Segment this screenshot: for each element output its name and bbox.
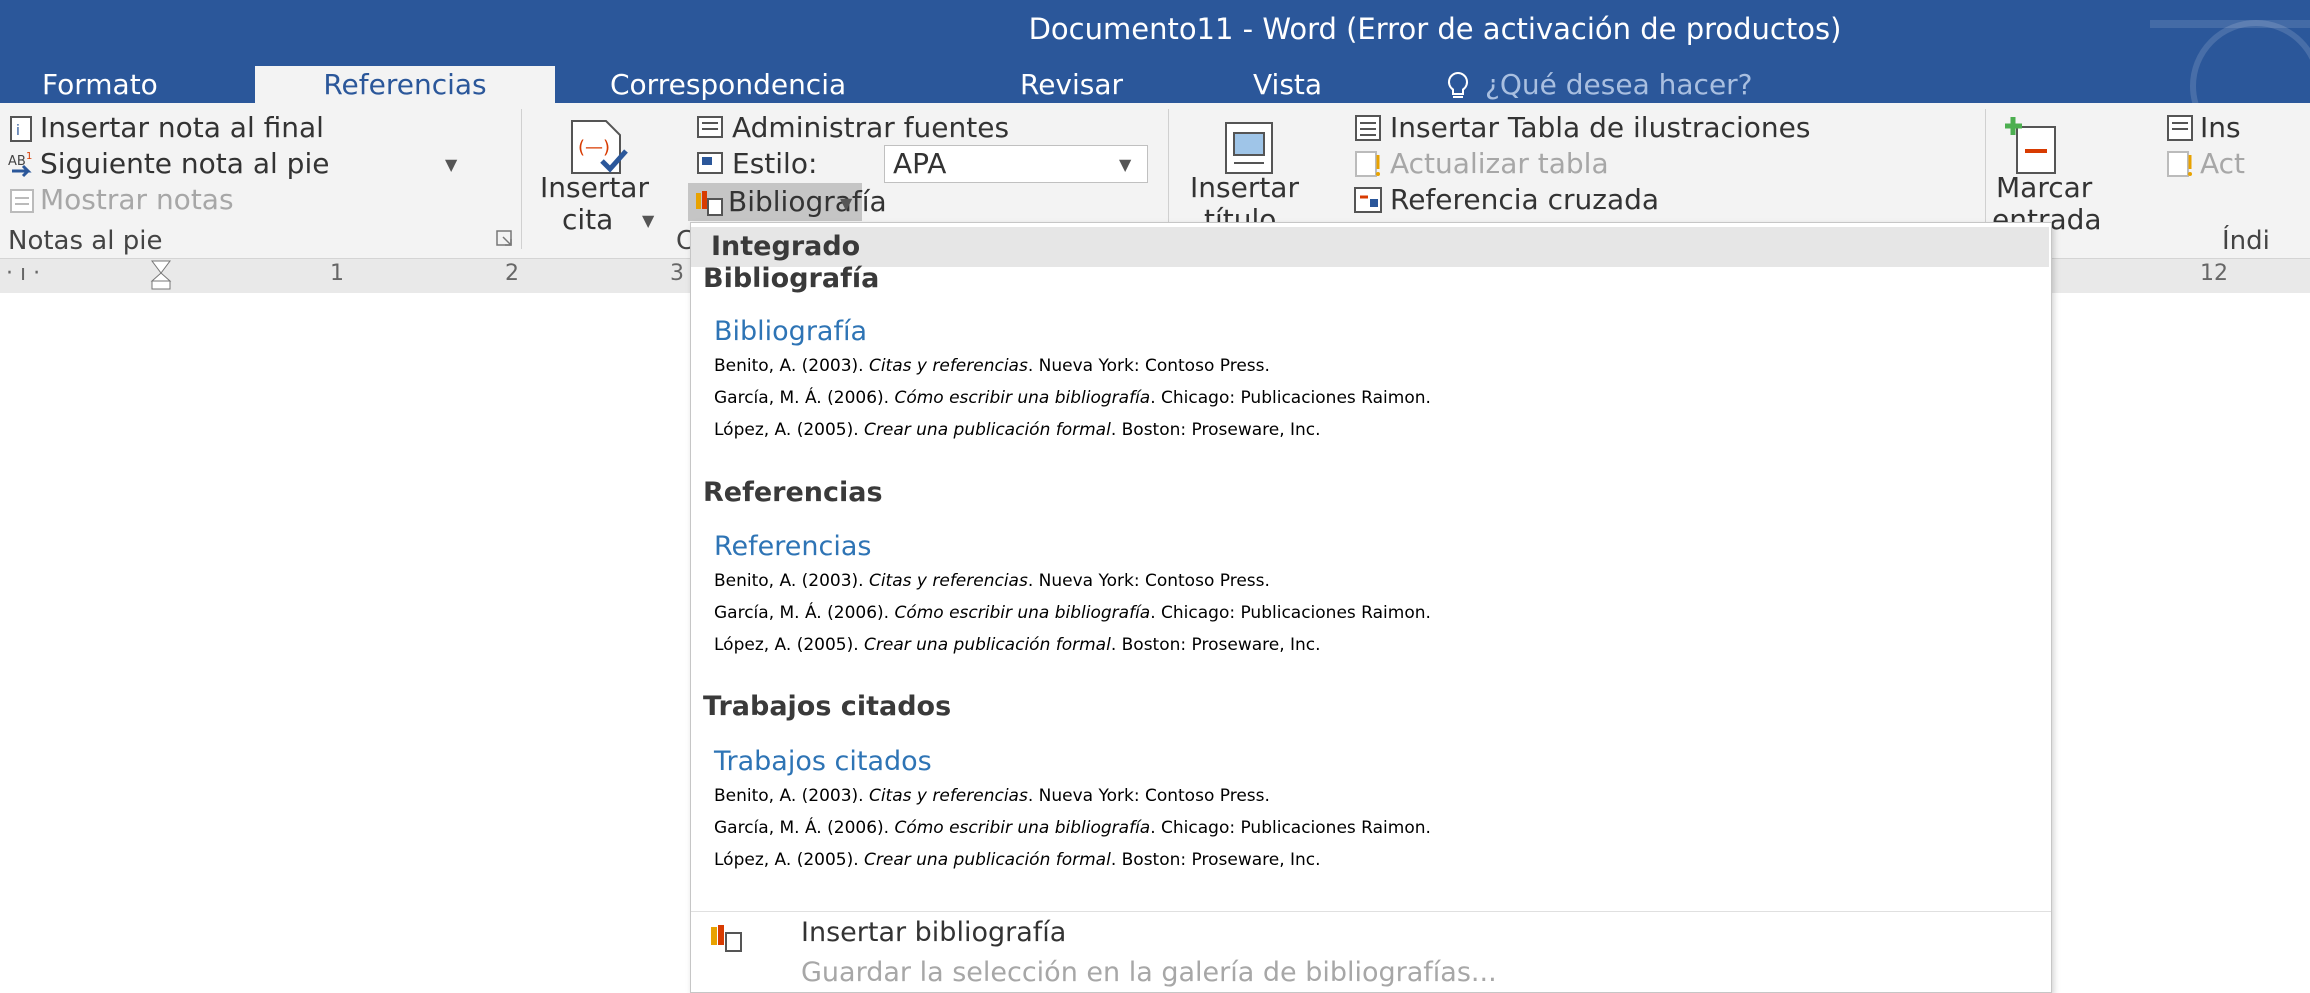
lightbulb-icon xyxy=(1443,70,1473,102)
insert-citation-dropdown-arrow[interactable]: ▼ xyxy=(642,211,654,230)
show-notes-button[interactable]: Mostrar notas xyxy=(40,183,234,216)
chevron-down-icon: ▼ xyxy=(840,194,853,213)
next-footnote-icon: AB 1 xyxy=(8,149,36,179)
update-table-button[interactable]: Actualizar tabla xyxy=(1390,147,1609,180)
tell-me-search[interactable]: ¿Qué desea hacer? xyxy=(1485,66,1885,103)
gallery-item-trabajos-citados[interactable]: Trabajos citados Benito, A. (2003). Cita… xyxy=(703,743,2035,885)
group-separator xyxy=(521,109,522,249)
tab-formato[interactable]: Formato xyxy=(42,66,212,103)
insert-bibliography-label: Insertar bibliografía xyxy=(801,917,1067,948)
insert-citation-icon: (—) xyxy=(566,117,630,177)
bibliography-icon xyxy=(694,187,724,217)
next-footnote-dropdown-arrow[interactable]: ▼ xyxy=(445,155,457,174)
insert-caption-icon xyxy=(1222,119,1278,177)
thumbnail-entry: Benito, A. (2003). Citas y referencias. … xyxy=(714,571,1270,591)
insert-endnote-button[interactable]: Insertar nota al final xyxy=(40,111,324,144)
group-label-index: Índi xyxy=(2222,226,2270,256)
bibliography-label: Bibliografía xyxy=(728,185,887,218)
style-select-value: APA xyxy=(893,147,947,180)
show-notes-icon xyxy=(8,187,36,215)
svg-text:1: 1 xyxy=(26,151,32,162)
thumbnail-heading: Trabajos citados xyxy=(714,746,932,777)
thumbnail-entry: García, M. Á. (2006). Cómo escribir una … xyxy=(714,603,1431,623)
indent-marker-icon[interactable] xyxy=(150,259,172,291)
insert-table-of-figures-button[interactable]: Insertar Tabla de ilustraciones xyxy=(1390,111,1810,144)
cross-reference-button[interactable]: Referencia cruzada xyxy=(1390,183,1659,216)
gallery-item-bibliografia[interactable]: Bibliografía Benito, A. (2003). Citas y … xyxy=(703,313,2035,455)
next-footnote-button[interactable]: Siguiente nota al pie xyxy=(40,147,329,180)
tab-revisar[interactable]: Revisar xyxy=(1020,66,1180,103)
insert-citation-label-2[interactable]: cita xyxy=(562,203,613,236)
window-title: Documento11 - Word (Error de activación … xyxy=(1028,12,1842,46)
ruler-label-2: 2 xyxy=(505,261,519,286)
gallery-category-label: Integrado xyxy=(711,231,861,262)
title-bar: Documento11 - Word (Error de activación … xyxy=(0,0,2310,103)
decorative-line xyxy=(2150,20,2310,28)
tab-referencias[interactable]: Referencias xyxy=(255,66,555,103)
thumbnail-entry: López, A. (2005). Crear una publicación … xyxy=(714,420,1321,440)
insert-caption-label-1[interactable]: Insertar xyxy=(1190,171,1299,204)
save-selection-label: Guardar la selección en la galería de bi… xyxy=(801,957,1497,988)
insert-endnote-icon: i xyxy=(8,115,36,143)
bibliography-gallery-dropdown: Integrado Bibliografía Bibliografía Beni… xyxy=(690,222,2052,993)
dialog-launcher-icon[interactable] xyxy=(495,229,515,249)
save-selection-to-gallery-menu-item[interactable]: Guardar la selección en la galería de bi… xyxy=(691,957,2049,992)
bibliography-icon xyxy=(709,921,743,953)
svg-text:i: i xyxy=(16,123,20,139)
gallery-item-title: Bibliografía xyxy=(703,263,880,294)
bibliography-button[interactable]: Bibliografía ▼ xyxy=(688,183,887,221)
manage-sources-icon xyxy=(694,113,728,143)
update-index-button[interactable]: Act xyxy=(2200,147,2245,180)
style-icon xyxy=(694,149,728,179)
thumbnail-entry: López, A. (2005). Crear una publicación … xyxy=(714,850,1321,870)
ruler-label-12: 12 xyxy=(2200,261,2228,286)
insert-table-figures-icon xyxy=(1352,113,1384,143)
chevron-down-icon: ▼ xyxy=(1119,155,1132,174)
style-select[interactable]: APA ▼ xyxy=(884,145,1148,183)
ruler-label-1: 1 xyxy=(330,261,344,286)
ruler-label-3: 3 xyxy=(670,261,684,286)
thumbnail-entry: Benito, A. (2003). Citas y referencias. … xyxy=(714,786,1270,806)
mark-entry-label-1[interactable]: Marcar xyxy=(1996,171,2092,204)
gallery-category-header: Integrado xyxy=(691,227,2049,267)
insert-index-icon xyxy=(2164,113,2196,143)
insert-citation-label-1[interactable]: Insertar xyxy=(540,171,649,204)
thumbnail-entry: Benito, A. (2003). Citas y referencias. … xyxy=(714,356,1270,376)
svg-text:(—): (—) xyxy=(578,137,610,158)
tab-correspondencia[interactable]: Correspondencia xyxy=(610,66,910,103)
cross-reference-icon xyxy=(1352,185,1384,215)
thumbnail-entry: García, M. Á. (2006). Cómo escribir una … xyxy=(714,818,1431,838)
thumbnail-entry: García, M. Á. (2006). Cómo escribir una … xyxy=(714,388,1431,408)
update-index-icon xyxy=(2164,149,2196,179)
manage-sources-button[interactable]: Administrar fuentes xyxy=(732,111,1009,144)
mark-entry-icon xyxy=(2005,115,2061,177)
thumbnail-entry: López, A. (2005). Crear una publicación … xyxy=(714,635,1321,655)
group-label-footnotes: Notas al pie xyxy=(8,226,163,256)
ruler-marks: · ı · xyxy=(6,261,41,286)
gallery-item-title: Trabajos citados xyxy=(703,691,952,722)
gallery-item-referencias[interactable]: Referencias Benito, A. (2003). Citas y r… xyxy=(703,528,2035,670)
insert-bibliography-menu-item[interactable]: Insertar bibliografía xyxy=(691,915,2049,957)
thumbnail-heading: Referencias xyxy=(714,531,872,562)
insert-index-button[interactable]: Ins xyxy=(2200,111,2241,144)
gallery-item-title: Referencias xyxy=(703,477,883,508)
style-label: Estilo: xyxy=(732,147,818,180)
menu-divider xyxy=(691,911,2051,912)
thumbnail-heading: Bibliografía xyxy=(714,316,868,347)
tab-vista[interactable]: Vista xyxy=(1253,66,1373,103)
update-table-icon xyxy=(1352,149,1384,179)
